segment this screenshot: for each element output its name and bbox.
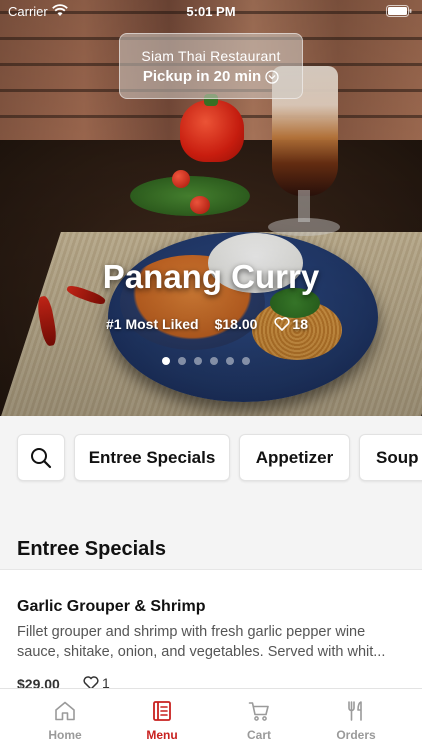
pager-dot[interactable]	[242, 357, 250, 365]
chevron-circle-icon	[265, 69, 279, 84]
tab-bar: Home Menu Cart Orders	[0, 688, 422, 750]
menu-item-name: Garlic Grouper & Shrimp	[17, 598, 206, 615]
orders-icon	[348, 701, 362, 721]
tab-menu-label: Menu	[146, 728, 178, 742]
cart-icon	[248, 702, 269, 721]
menu-item[interactable]: Garlic Grouper & Shrimp Fillet grouper a…	[0, 570, 422, 692]
featured-dish-meta: #1 Most Liked $18.00 18	[106, 316, 308, 332]
featured-like-count: 18	[292, 316, 308, 332]
search-button[interactable]	[17, 434, 65, 481]
section-title: Entree Specials	[17, 538, 166, 560]
pager-dot[interactable]	[178, 357, 186, 365]
pickup-selector-button[interactable]: Siam Thai Restaurant Pickup in 20 min	[119, 33, 303, 99]
status-bar: Carrier 5:01 PM	[0, 0, 422, 22]
menu-item-description: Fillet grouper and shrimp with fresh gar…	[17, 622, 409, 662]
tab-orders[interactable]: Orders	[306, 689, 406, 750]
menu-item-description-line: sauce, shitake, onion, and vegetables. S…	[17, 644, 386, 660]
section-header: Entree Specials	[0, 500, 422, 570]
pager-dot[interactable]	[210, 357, 218, 365]
category-bar: Entree Specials Appetizer Soup	[0, 416, 422, 500]
restaurant-name: Siam Thai Restaurant	[141, 48, 281, 64]
pickup-row: Pickup in 20 min	[120, 68, 302, 85]
tab-menu[interactable]: Menu	[112, 689, 212, 750]
tab-cart[interactable]: Cart	[209, 689, 309, 750]
heart-icon	[274, 317, 290, 331]
category-chip-entree-specials[interactable]: Entree Specials	[74, 434, 230, 481]
search-icon	[31, 447, 52, 468]
featured-price: $18.00	[214, 316, 258, 332]
home-icon	[55, 701, 75, 721]
menu-icon	[153, 701, 171, 721]
featured-rank-label: #1 Most Liked	[106, 316, 199, 332]
menu-item-description-line: Fillet grouper and shrimp with fresh gar…	[17, 624, 366, 640]
pickup-time-label: Pickup in 20 min	[142, 68, 262, 85]
clock: 5:01 PM	[186, 4, 236, 19]
battery-icon	[386, 5, 412, 17]
carousel-pager[interactable]	[162, 357, 258, 365]
tab-cart-label: Cart	[246, 728, 271, 742]
hero-banner[interactable]: Carrier 5:01 PM Siam Thai Restaurant Pic…	[0, 0, 422, 416]
featured-dish-name: Panang Curry	[102, 258, 320, 295]
tab-home-label: Home	[48, 728, 82, 742]
tab-home[interactable]: Home	[15, 689, 115, 750]
pager-dot[interactable]	[226, 357, 234, 365]
tab-orders-label: Orders	[336, 728, 376, 742]
category-chip-appetizer[interactable]: Appetizer	[239, 434, 350, 481]
pager-dot-active[interactable]	[162, 357, 170, 365]
pager-dot[interactable]	[194, 357, 202, 365]
category-chip-soup[interactable]: Soup	[359, 434, 422, 481]
